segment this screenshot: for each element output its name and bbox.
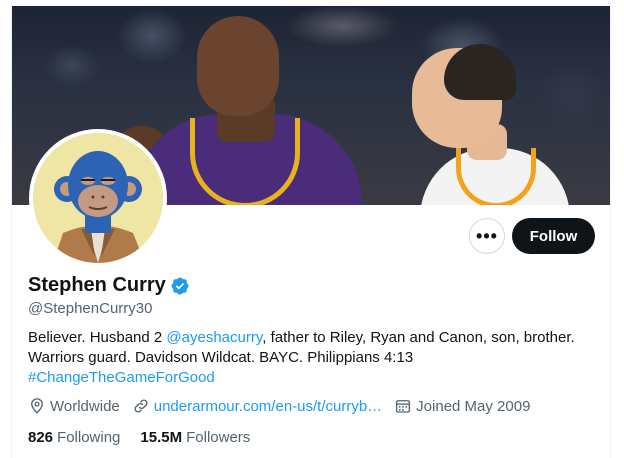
bio-line-2: Warriors guard. Davidson Wildcat. BAYC. … [28, 349, 414, 366]
location-text: Worldwide [50, 397, 120, 415]
followers-label: Followers [186, 429, 251, 446]
calendar-icon [396, 400, 411, 413]
followers-count: 15.5M [140, 429, 183, 446]
followers-link[interactable]: 15.5M Followers [140, 429, 250, 446]
bio-text: , father to Riley, Ryan and Canon, son, … [262, 329, 575, 346]
banner-player-left-head [197, 16, 279, 116]
more-options-button[interactable]: ••• [469, 218, 505, 254]
meta-location: Worldwide [28, 397, 120, 415]
profile-handle: @StephenCurry30 [28, 300, 153, 317]
ape-avatar-illustration [33, 133, 163, 263]
follow-button[interactable]: Follow [512, 218, 595, 254]
profile-meta: Worldwide underarmour.com/en-us/t/curryb… [28, 397, 542, 415]
bio-line-1: Believer. Husband 2 @ayeshacurry, father… [28, 328, 598, 348]
following-link[interactable]: 826 Following [28, 429, 120, 446]
more-options-icon: ••• [476, 225, 498, 246]
meta-website[interactable]: underarmour.com/en-us/t/curryb… [132, 397, 382, 415]
website-link[interactable]: underarmour.com/en-us/t/curryb… [154, 398, 382, 415]
bio-text: Believer. Husband 2 [28, 329, 167, 346]
following-label: Following [57, 429, 121, 446]
bio-mention-link[interactable]: @ayeshacurry [166, 329, 262, 346]
link-icon [134, 399, 148, 413]
profile-stats: 826 Following 15.5M Followers [28, 429, 270, 446]
following-count: 826 [28, 429, 54, 446]
profile-bio: Believer. Husband 2 @ayeshacurry, father… [28, 328, 598, 388]
profile-card: ••• Follow Stephen Curry @StephenCurry30… [11, 6, 611, 458]
verified-badge-icon[interactable] [170, 276, 190, 296]
profile-name-row: Stephen Curry [28, 274, 190, 297]
location-pin-icon [31, 398, 43, 414]
avatar[interactable] [29, 129, 167, 267]
joined-text: Joined May 2009 [416, 397, 531, 415]
profile-name: Stephen Curry [28, 274, 166, 296]
bio-hashtag-link[interactable]: #ChangeTheGameForGood [28, 368, 598, 388]
meta-joined: Joined May 2009 [394, 397, 530, 415]
